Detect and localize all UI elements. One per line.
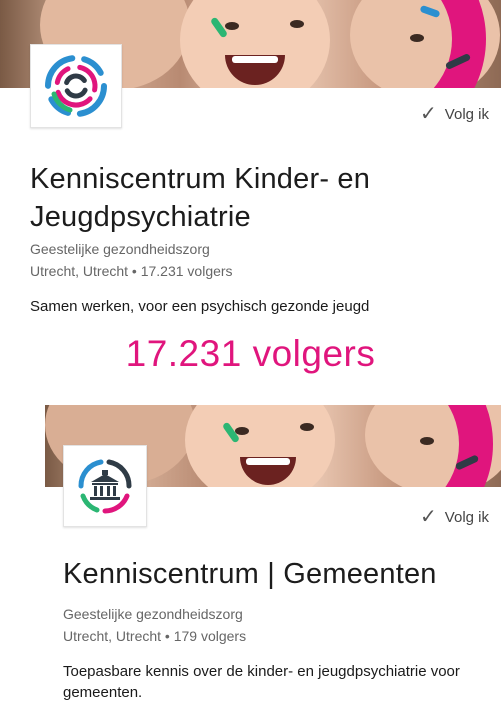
- company-card-gemeenten: ✓ Volg ik Kenniscentrum | Gemeenten Gees…: [0, 405, 501, 711]
- check-icon: ✓: [420, 103, 437, 125]
- kenniscentrum-swirl-logo-icon: [45, 55, 107, 117]
- company-tagline: Samen werken, voor een psychisch gezonde…: [30, 298, 370, 315]
- follow-label: Volg ik: [444, 105, 489, 123]
- followers-highlight: 17.231 volgers: [125, 333, 376, 374]
- company-category: Geestelijke gezondheidszorg: [30, 241, 210, 257]
- follow-button[interactable]: ✓ Volg ik: [420, 104, 489, 124]
- company-title: Kenniscentrum Kinder- en Jeugdpsychiatri…: [30, 163, 371, 233]
- company-tagline: Toepasbare kennis over de kinder- en jeu…: [63, 663, 460, 701]
- company-category: Geestelijke gezondheidszorg: [63, 606, 243, 622]
- company-logo[interactable]: [30, 44, 122, 128]
- company-title: Kenniscentrum | Gemeenten: [63, 558, 437, 590]
- company-card-kinder-jeugdpsychiatrie: ✓ Volg ik Kenniscentrum Kinder- en Jeugd…: [0, 0, 501, 330]
- company-logo[interactable]: [63, 445, 147, 527]
- follow-label: Volg ik: [444, 508, 489, 526]
- company-location-followers: Utrecht, Utrecht • 179 volgers: [63, 628, 247, 644]
- follow-button[interactable]: ✓ Volg ik: [420, 507, 489, 527]
- check-icon: ✓: [420, 506, 437, 528]
- company-location-followers: Utrecht, Utrecht • 17.231 volgers: [30, 263, 233, 279]
- building-logo-icon: [78, 459, 132, 514]
